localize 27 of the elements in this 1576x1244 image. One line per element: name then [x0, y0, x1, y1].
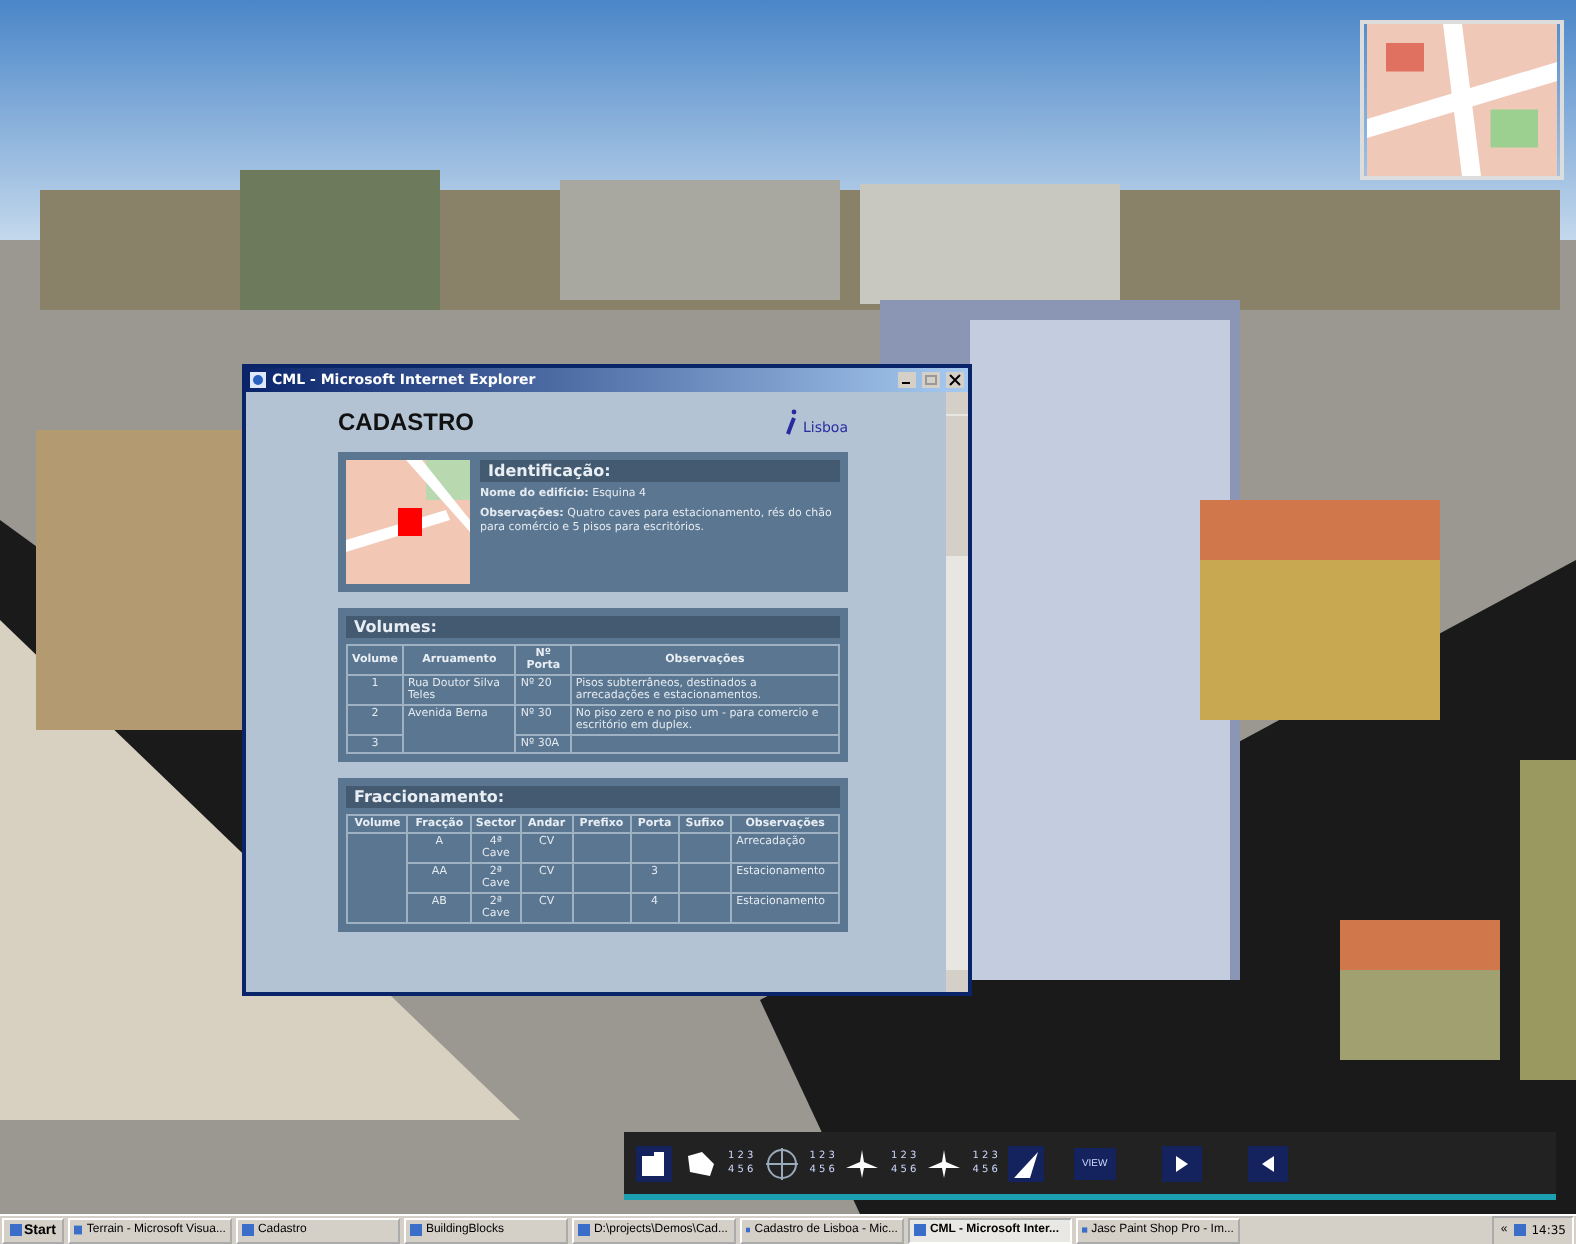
back-icon	[1259, 1155, 1276, 1171]
back-button[interactable]	[1247, 1145, 1288, 1181]
minimap-drawing[interactable]	[1360, 20, 1564, 180]
section-title: Volumes:	[346, 616, 840, 638]
crosshair-icon[interactable]	[763, 1145, 800, 1181]
close-icon[interactable]	[946, 372, 964, 388]
tray-icon[interactable]	[1513, 1224, 1526, 1236]
app-icon	[577, 1224, 590, 1236]
app-icon	[1081, 1224, 1088, 1236]
app-icon	[409, 1224, 422, 1236]
page-heading: CADASTRO	[338, 408, 474, 436]
forward-button[interactable]	[1161, 1145, 1202, 1181]
minimize-icon[interactable]	[898, 372, 916, 388]
app-icon	[745, 1224, 751, 1236]
angle-icon[interactable]	[1007, 1145, 1044, 1181]
building-icon[interactable]	[636, 1145, 672, 1181]
windows-icon	[10, 1224, 22, 1236]
play-icon	[1173, 1155, 1190, 1171]
app-icon	[913, 1224, 926, 1236]
scrollbar[interactable]	[946, 392, 968, 992]
section-title: Fraccionamento:	[346, 786, 840, 808]
parcel-map-drawing	[346, 460, 470, 584]
app-icon	[241, 1224, 254, 1236]
browser-icon	[250, 372, 266, 388]
app-icon	[73, 1224, 83, 1236]
section-title: Identificação:	[480, 460, 840, 482]
info-logo-icon	[784, 408, 801, 436]
